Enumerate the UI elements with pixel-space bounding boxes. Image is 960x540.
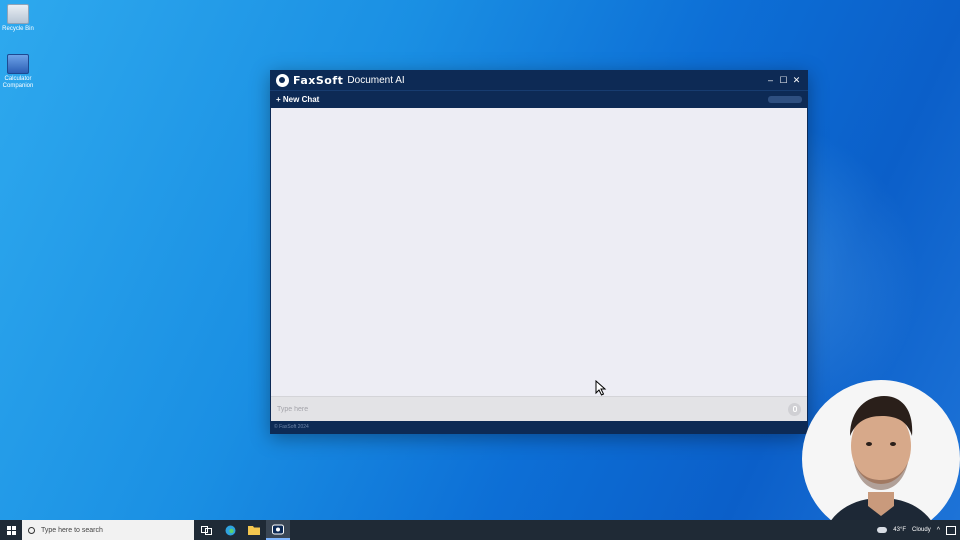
app-title: Document AI	[347, 74, 405, 86]
notification-icon[interactable]	[946, 525, 956, 535]
calculator-icon	[7, 54, 29, 74]
app-logo-icon	[276, 73, 289, 87]
tray-chevron-up-icon[interactable]: ^	[937, 527, 940, 534]
user-account-pill[interactable]	[768, 96, 802, 103]
weather-temperature[interactable]: 43°F	[893, 527, 906, 533]
message-input-bar	[271, 396, 807, 421]
new-chat-button[interactable]: + New Chat	[276, 95, 319, 104]
close-button[interactable]: ✕	[791, 74, 802, 86]
maximize-button[interactable]: ☐	[778, 74, 789, 86]
desktop-icon-recycle-bin[interactable]: Recycle Bin	[0, 4, 36, 33]
brand-name: FaxSoft	[293, 73, 344, 87]
minimize-button[interactable]: –	[765, 74, 776, 86]
microphone-button[interactable]	[788, 402, 801, 416]
file-explorer-button[interactable]	[242, 520, 266, 540]
taskbar: Type here to search 43°F Cloudy ^	[0, 520, 960, 540]
desktop-icon-calculator[interactable]: Calculator Companion	[0, 54, 36, 90]
document-ai-taskbar-button[interactable]	[266, 520, 290, 540]
weather-description[interactable]: Cloudy	[912, 527, 931, 533]
mouse-cursor-icon	[595, 380, 607, 396]
desktop-icon-label: Recycle Bin	[2, 26, 34, 32]
desktop-icon-label: Calculator Companion	[2, 76, 34, 89]
microphone-icon	[792, 406, 797, 412]
cloudy-weather-icon	[877, 527, 888, 533]
message-input[interactable]	[277, 405, 788, 413]
start-button[interactable]	[0, 520, 22, 540]
search-icon	[28, 526, 35, 534]
edge-browser-button[interactable]	[218, 520, 242, 540]
window-titlebar[interactable]: FaxSoft Document AI – ☐ ✕	[270, 70, 808, 90]
chat-area[interactable]	[271, 108, 807, 396]
task-view-button[interactable]	[194, 520, 218, 540]
document-ai-app-icon	[272, 524, 284, 534]
document-ai-window: FaxSoft Document AI – ☐ ✕ + New Chat © F…	[270, 70, 808, 434]
edge-icon	[225, 525, 235, 535]
folder-icon	[248, 526, 260, 535]
recycle-bin-icon	[7, 4, 29, 24]
taskbar-search-placeholder: Type here to search	[41, 526, 103, 534]
window-toolbar: + New Chat	[270, 90, 808, 108]
presenter-avatar	[822, 396, 940, 538]
task-view-icon	[200, 525, 212, 535]
windows-logo-icon	[6, 525, 16, 535]
system-tray: 43°F Cloudy ^	[877, 525, 960, 535]
window-footer: © FaxSoft 2024	[270, 421, 808, 434]
webcam-overlay	[802, 380, 960, 538]
taskbar-search-box[interactable]: Type here to search	[22, 520, 194, 540]
window-controls: – ☐ ✕	[765, 74, 802, 86]
